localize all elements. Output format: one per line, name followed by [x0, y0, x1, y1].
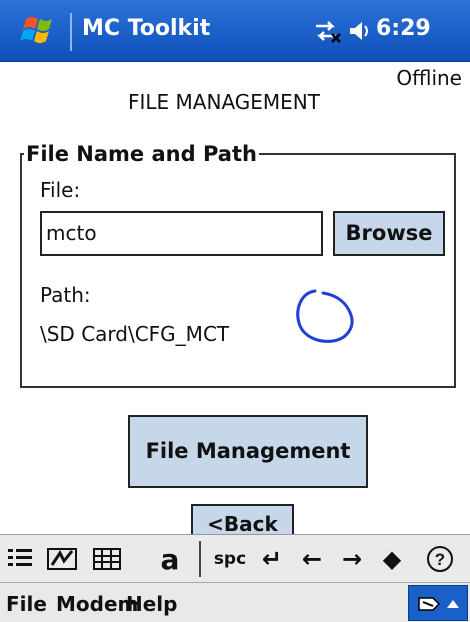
clock[interactable]: 6:29 — [376, 16, 431, 41]
file-management-button[interactable]: File Management — [128, 415, 368, 488]
path-label: Path: — [40, 283, 91, 307]
list-icon[interactable] — [6, 543, 34, 575]
title-separator — [70, 13, 72, 51]
connection-status: Offline — [396, 66, 462, 90]
file-name-path-group: File Name and Path — [20, 142, 456, 388]
handwriting-icon[interactable] — [46, 543, 80, 575]
file-name-input[interactable]: mcto — [40, 211, 323, 256]
letter-a-key[interactable]: a — [158, 543, 182, 576]
enter-key[interactable]: ↵ — [258, 543, 286, 575]
menu-bar: File Modem Help — [0, 582, 470, 622]
left-arrow-key[interactable]: ← — [298, 543, 326, 575]
connectivity-icon[interactable] — [310, 16, 344, 46]
menu-file[interactable]: File — [6, 592, 47, 616]
menu-help[interactable]: Help — [126, 592, 177, 616]
input-selector-button[interactable] — [408, 585, 468, 621]
app-title: MC Toolkit — [82, 16, 211, 41]
page-title: FILE MANAGEMENT — [128, 90, 320, 114]
windows-start-icon[interactable] — [20, 13, 64, 49]
svg-text:?: ? — [435, 550, 445, 569]
grid-icon[interactable] — [92, 543, 124, 575]
volume-icon[interactable] — [346, 16, 374, 46]
browse-button[interactable]: Browse — [333, 211, 445, 256]
path-value: \SD Card\CFG_MCT — [40, 322, 230, 346]
space-key[interactable]: spc — [210, 543, 250, 575]
title-bar: MC Toolkit 6:29 — [0, 0, 470, 62]
right-arrow-key[interactable]: → — [338, 543, 366, 575]
toolbar-separator — [199, 541, 201, 577]
help-icon[interactable]: ? — [424, 543, 456, 575]
input-selector-icon — [418, 597, 459, 611]
ink-stroke — [296, 289, 354, 343]
backspace-key[interactable]: ◆ — [378, 543, 406, 575]
file-label: File: — [40, 178, 81, 202]
group-legend: File Name and Path — [26, 142, 257, 166]
input-panel-toolbar: a spc ↵ ← → ◆ ? — [0, 534, 470, 582]
